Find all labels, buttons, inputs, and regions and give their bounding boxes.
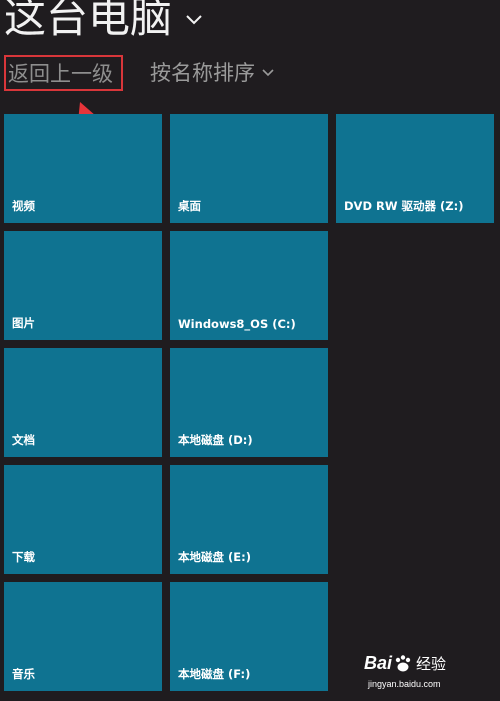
watermark-logo-right: 经验 bbox=[416, 656, 447, 673]
tile-label: 桌面 bbox=[178, 199, 201, 213]
tile-drive-c[interactable]: Windows8_OS (C:) bbox=[170, 231, 328, 340]
watermark-url: jingyan.baidu.com bbox=[368, 679, 441, 689]
chevron-down-icon bbox=[262, 69, 274, 77]
tile-downloads[interactable]: 下载 bbox=[4, 465, 162, 574]
tile-label: 图片 bbox=[12, 316, 35, 330]
sort-label: 按名称排序 bbox=[150, 61, 255, 85]
tile-dvd-drive[interactable]: DVD RW 驱动器 (Z:) bbox=[336, 114, 494, 223]
tile-label: 音乐 bbox=[12, 667, 35, 681]
tile-videos[interactable]: 视频 bbox=[4, 114, 162, 223]
back-up-label: 返回上一级 bbox=[8, 62, 113, 86]
sort-dropdown[interactable]: 按名称排序 bbox=[150, 58, 275, 88]
tile-label: 文档 bbox=[12, 433, 35, 447]
back-up-button[interactable]: 返回上一级 bbox=[4, 55, 123, 91]
page: 这台电脑 返回上一级 按名称排序 视频 桌面 DVD RW 驱动器 (Z:) 图… bbox=[0, 0, 500, 701]
tile-drive-e[interactable]: 本地磁盘 (E:) bbox=[170, 465, 328, 574]
tile-label: 本地磁盘 (F:) bbox=[178, 667, 251, 681]
chevron-down-icon bbox=[186, 15, 202, 25]
baidu-watermark: Bai 经验 jingyan.baidu.com bbox=[364, 653, 474, 695]
watermark-logo: Bai 经验 bbox=[364, 653, 446, 674]
watermark-logo-left: Bai bbox=[364, 653, 393, 673]
tile-label: 视频 bbox=[12, 199, 35, 213]
tile-label: 本地磁盘 (D:) bbox=[178, 433, 253, 447]
tile-drive-d[interactable]: 本地磁盘 (D:) bbox=[170, 348, 328, 457]
tile-drive-f[interactable]: 本地磁盘 (F:) bbox=[170, 582, 328, 691]
tile-label: 下载 bbox=[12, 550, 35, 564]
page-title[interactable]: 这台电脑 bbox=[4, 0, 204, 42]
tile-desktop[interactable]: 桌面 bbox=[170, 114, 328, 223]
tile-label: 本地磁盘 (E:) bbox=[178, 550, 251, 564]
page-title-text: 这台电脑 bbox=[4, 0, 173, 42]
tile-pictures[interactable]: 图片 bbox=[4, 231, 162, 340]
tile-documents[interactable]: 文档 bbox=[4, 348, 162, 457]
tile-music[interactable]: 音乐 bbox=[4, 582, 162, 691]
tile-label: DVD RW 驱动器 (Z:) bbox=[344, 199, 464, 213]
tile-label: Windows8_OS (C:) bbox=[178, 317, 296, 331]
paw-icon bbox=[395, 654, 411, 671]
